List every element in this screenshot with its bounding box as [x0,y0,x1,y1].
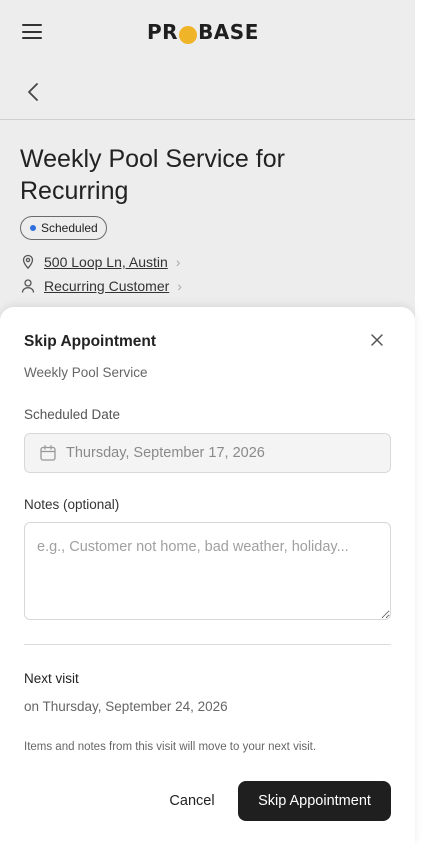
cancel-button[interactable]: Cancel [160,781,224,821]
next-visit-label: Next visit [24,671,79,686]
close-icon[interactable] [368,331,386,349]
info-note: Items and notes from this visit will mov… [24,741,317,753]
scheduled-date-field: Thursday, September 17, 2026 [24,433,391,473]
calendar-icon [40,445,56,461]
skip-appointment-sheet: Skip Appointment Weekly Pool Service Sch… [0,307,415,845]
next-visit-date: on Thursday, September 24, 2026 [24,699,228,714]
scheduled-date-label: Scheduled Date [24,407,121,422]
sheet-subtitle: Weekly Pool Service [24,365,148,380]
scheduled-date-value: Thursday, September 17, 2026 [66,445,265,461]
skip-appointment-button[interactable]: Skip Appointment [238,781,391,821]
divider [24,644,391,645]
sheet-title: Skip Appointment [24,333,157,350]
notes-label: Notes (optional) [24,497,120,512]
notes-textarea[interactable] [24,522,391,620]
